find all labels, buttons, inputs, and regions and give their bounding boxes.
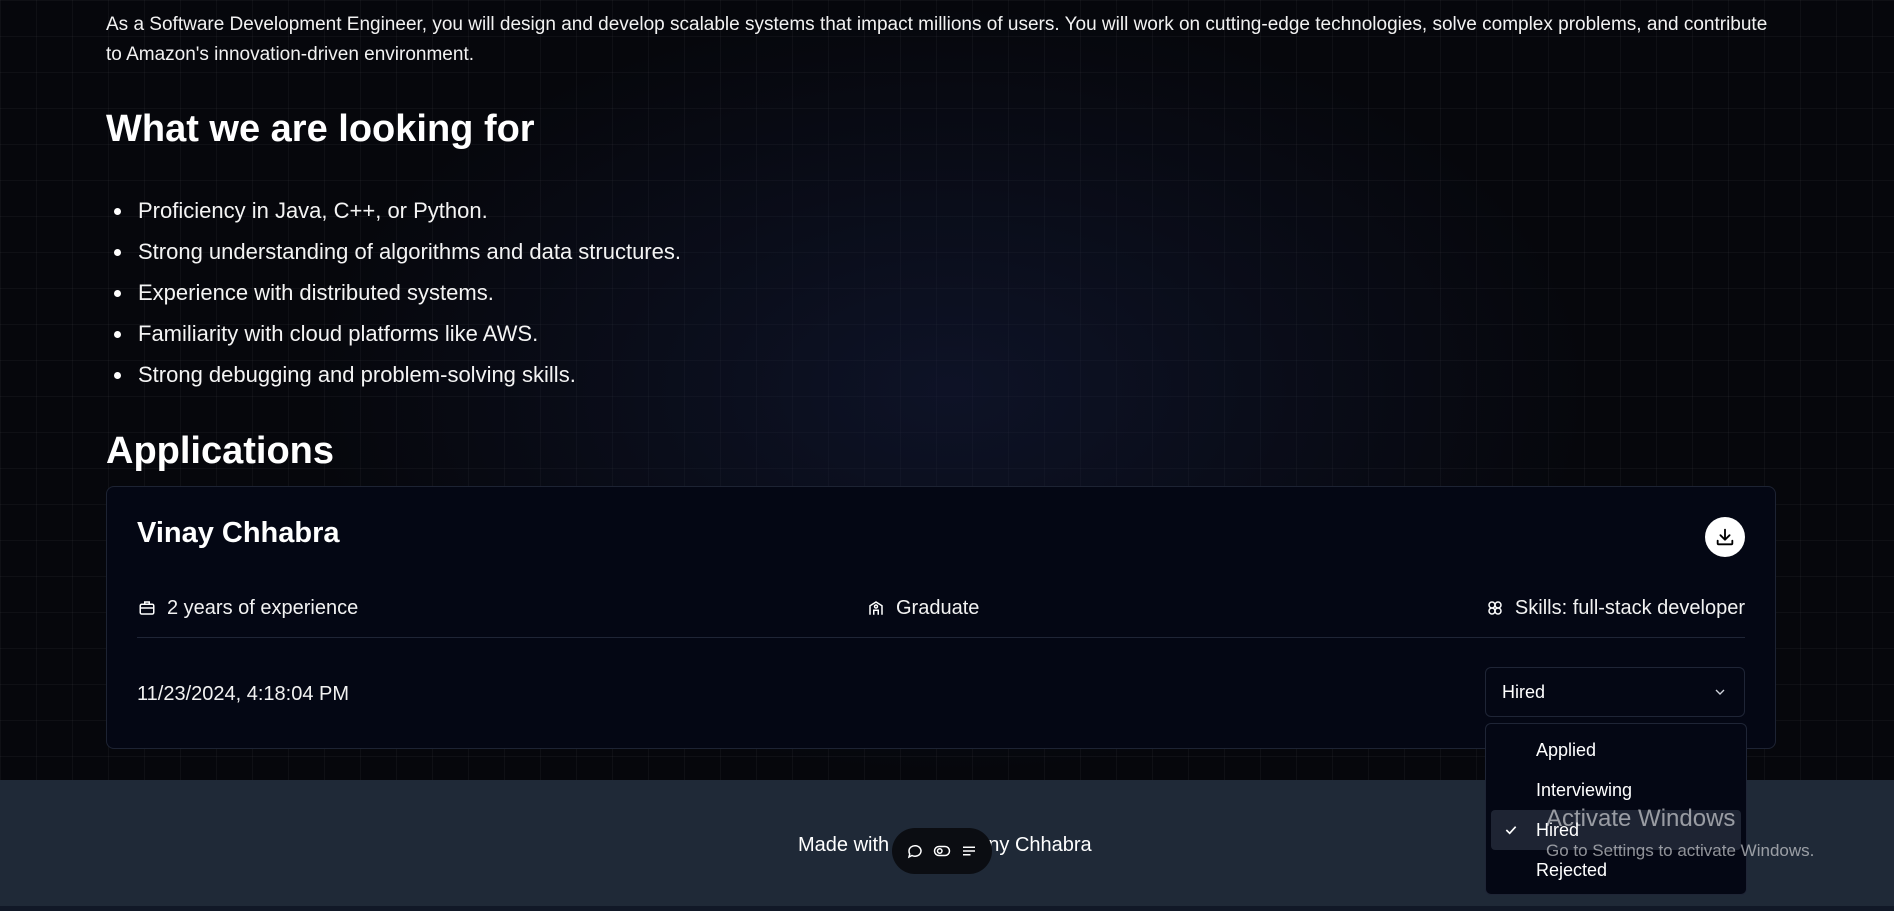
candidate-name: Vinay Chhabra	[137, 517, 340, 549]
card-divider	[137, 637, 1745, 638]
toggle-icon[interactable]	[931, 840, 953, 862]
requirement-item: Strong debugging and problem-solving ski…	[106, 356, 681, 397]
skills-label: Skills: full-stack developer	[1514, 596, 1745, 619]
menu-icon[interactable]	[958, 840, 980, 862]
skills-info: Skills: full-stack developer	[1485, 593, 1745, 623]
application-card: Vinay Chhabra 2 years of experience Grad…	[106, 486, 1776, 749]
education-info: Graduate	[866, 593, 979, 623]
status-option-applied[interactable]: Applied	[1491, 730, 1741, 770]
footer-text-prefix: Made with	[798, 834, 890, 856]
school-icon	[866, 598, 886, 618]
comment-icon[interactable]	[904, 840, 926, 862]
status-select[interactable]: Hired	[1485, 667, 1745, 717]
requirements-heading: What we are looking for	[106, 108, 535, 150]
experience-label: 2 years of experience	[167, 596, 359, 619]
download-resume-button[interactable]	[1705, 517, 1745, 557]
applications-heading: Applications	[106, 430, 335, 472]
brain-icon	[1485, 598, 1505, 618]
chevron-down-icon	[1715, 689, 1725, 695]
requirements-list: Proficiency in Java, C++, or Python. Str…	[106, 192, 681, 397]
requirement-item: Strong understanding of algorithms and d…	[106, 233, 681, 274]
requirement-item: Proficiency in Java, C++, or Python.	[106, 192, 681, 233]
download-icon	[1716, 528, 1734, 546]
footer-text-suffix: ny Chhabra	[988, 834, 1092, 856]
job-description: As a Software Development Engineer, you …	[106, 14, 1768, 65]
requirement-item: Familiarity with cloud platforms like AW…	[106, 315, 681, 356]
watermark-subtitle: Go to Settings to activate Windows.	[1546, 841, 1815, 860]
briefcase-icon	[137, 598, 157, 618]
applied-date: 11/23/2024, 4:18:04 PM	[137, 683, 350, 705]
experience-info: 2 years of experience	[137, 593, 358, 623]
check-icon	[1503, 810, 1519, 850]
status-select-value: Hired	[1502, 681, 1546, 702]
education-label: Graduate	[896, 596, 980, 619]
bottom-strip	[0, 906, 1894, 911]
windows-activation-watermark: Activate Windows Go to Settings to activ…	[1546, 804, 1814, 866]
floating-toolbar	[892, 828, 992, 874]
requirement-item: Experience with distributed systems.	[106, 274, 681, 315]
watermark-title: Activate Windows	[1546, 805, 1736, 832]
